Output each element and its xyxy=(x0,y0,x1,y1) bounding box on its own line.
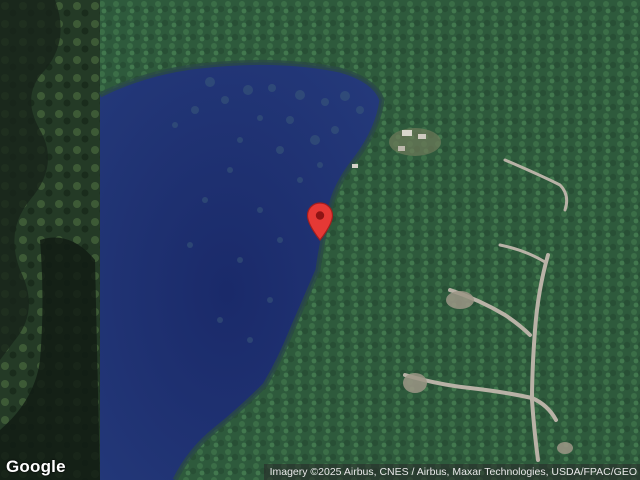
google-logo[interactable]: Google xyxy=(6,457,66,477)
map-pin-icon xyxy=(306,202,334,241)
marker-dot xyxy=(315,211,325,220)
imagery-attribution: Imagery ©2025 Airbus, CNES / Airbus, Max… xyxy=(263,464,640,480)
location-marker[interactable] xyxy=(306,202,334,242)
